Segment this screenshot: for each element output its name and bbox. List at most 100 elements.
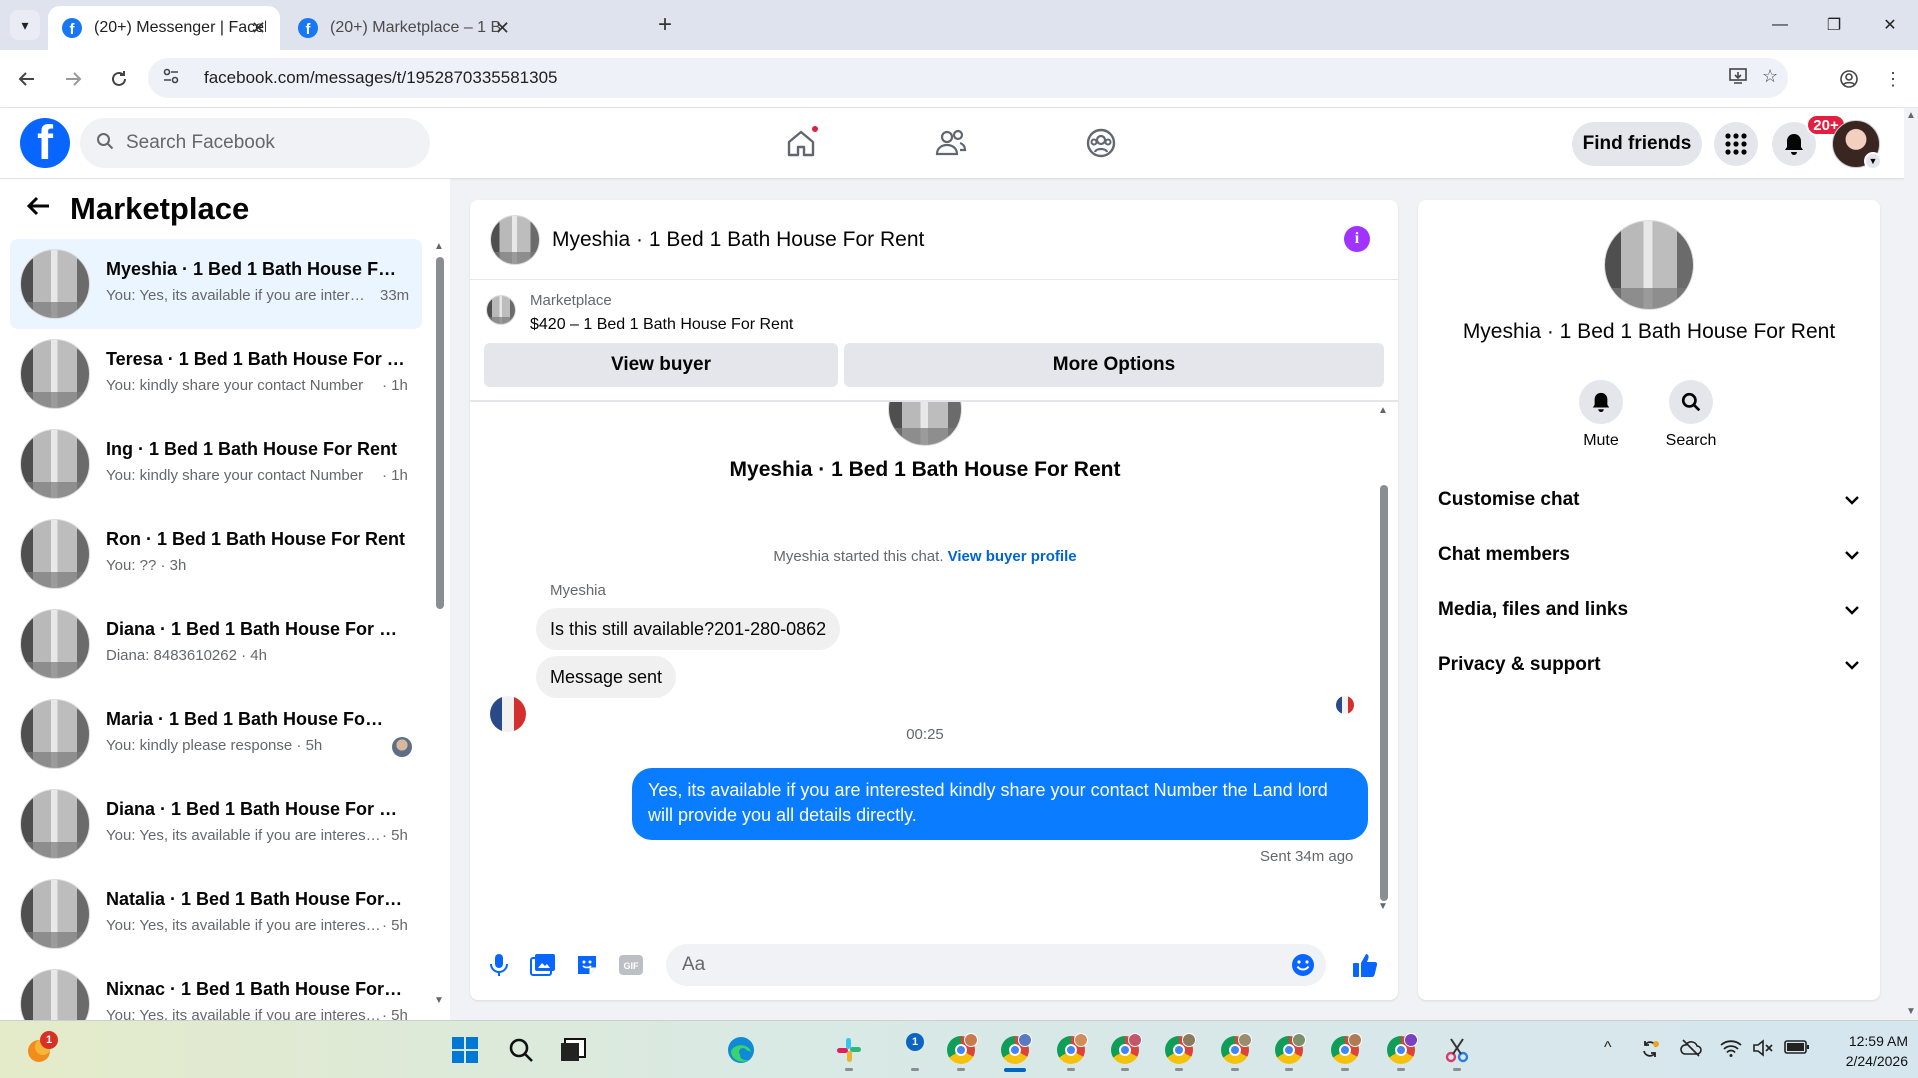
- marketplace-label: Marketplace: [530, 292, 612, 309]
- sticker-icon[interactable]: [572, 950, 602, 980]
- chrome-window[interactable]: [1106, 1031, 1144, 1071]
- chat-avatar[interactable]: [490, 215, 540, 265]
- taskbar-search-button[interactable]: [502, 1031, 540, 1069]
- friends-icon: [935, 129, 967, 156]
- cloud-offline-icon[interactable]: [1680, 1039, 1702, 1062]
- chrome-window[interactable]: [1052, 1031, 1090, 1071]
- sync-icon[interactable]: [1640, 1039, 1660, 1064]
- minimize-window-button[interactable]: —: [1760, 10, 1800, 40]
- microphone-icon[interactable]: [484, 950, 514, 980]
- chat-members-section[interactable]: Chat members: [1438, 535, 1860, 575]
- like-thumb-icon[interactable]: [1350, 950, 1380, 980]
- back-button[interactable]: [12, 64, 42, 94]
- conversation-preview: You: Yes, its available if you are inter…: [106, 1007, 382, 1020]
- conversation-item[interactable]: Natalia · 1 Bed 1 Bath House For Rent Yo…: [10, 869, 422, 959]
- friends-nav-button[interactable]: [928, 120, 974, 166]
- task-view-button[interactable]: [554, 1031, 592, 1069]
- site-info-icon[interactable]: [162, 67, 188, 90]
- chat-started-notice: Myeshia started this chat. View buyer pr…: [470, 548, 1380, 565]
- incoming-message[interactable]: Is this still available?201-280-0862: [536, 608, 841, 650]
- incoming-message[interactable]: Message sent: [536, 656, 677, 698]
- tab-search-button[interactable]: ▾: [10, 10, 40, 40]
- notification-app[interactable]: 1: [896, 1031, 934, 1071]
- snipping-tool-app[interactable]: [1438, 1031, 1476, 1071]
- privacy-support-section[interactable]: Privacy & support: [1438, 645, 1860, 685]
- scroll-down-arrow-icon[interactable]: ▼: [1906, 1006, 1916, 1017]
- chrome-window[interactable]: [1270, 1031, 1308, 1071]
- chat-panel: Myeshia · 1 Bed 1 Bath House For Rent i …: [470, 200, 1398, 1000]
- scroll-down-arrow-icon[interactable]: ▼: [1378, 901, 1388, 912]
- forward-button[interactable]: [58, 64, 88, 94]
- facebook-logo-icon[interactable]: f: [20, 118, 70, 168]
- scroll-up-arrow-icon[interactable]: ▲: [1378, 405, 1388, 416]
- conversation-item[interactable]: Nixnac · 1 Bed 1 Bath House For Rent You…: [10, 959, 422, 1020]
- view-buyer-profile-link[interactable]: View buyer profile: [948, 548, 1077, 565]
- back-arrow-icon[interactable]: [26, 193, 52, 226]
- chrome-window[interactable]: [942, 1031, 980, 1071]
- chrome-window-active[interactable]: [996, 1031, 1034, 1072]
- bookmark-star-icon[interactable]: ☆: [1762, 66, 1778, 87]
- browser-tab-marketplace[interactable]: f (20+) Marketplace – 1 Bed 1 Ba ✕: [284, 6, 524, 50]
- mute-button[interactable]: Mute: [1556, 380, 1646, 450]
- page-scrollbar[interactable]: ▲ ▼: [1904, 108, 1918, 1020]
- restore-window-button[interactable]: ❐: [1814, 10, 1854, 40]
- groups-nav-button[interactable]: [1078, 120, 1124, 166]
- start-button[interactable]: [446, 1031, 484, 1069]
- scrollbar-thumb[interactable]: [1380, 485, 1388, 901]
- customise-chat-section[interactable]: Customise chat: [1438, 480, 1860, 520]
- chrome-window[interactable]: [1382, 1031, 1420, 1071]
- close-tab-icon[interactable]: ✕: [251, 18, 266, 39]
- show-hidden-icons-chevron-icon[interactable]: ^: [1604, 1039, 1612, 1057]
- gif-icon[interactable]: GIF: [616, 950, 646, 980]
- volume-muted-icon[interactable]: [1752, 1039, 1774, 1062]
- chrome-window[interactable]: [1216, 1031, 1254, 1071]
- conversation-item[interactable]: Ron · 1 Bed 1 Bath House For Rent You: ?…: [10, 509, 422, 599]
- scroll-down-arrow-icon[interactable]: ▼: [434, 995, 444, 1006]
- conversation-item[interactable]: Ing · 1 Bed 1 Bath House For Rent You: k…: [10, 419, 422, 509]
- photo-icon[interactable]: [528, 950, 558, 980]
- scroll-up-arrow-icon[interactable]: ▲: [1906, 110, 1916, 121]
- close-tab-icon[interactable]: ✕: [495, 18, 510, 39]
- new-tab-button[interactable]: +: [650, 10, 680, 40]
- menu-button[interactable]: [1714, 122, 1758, 166]
- conversation-item[interactable]: Myeshia · 1 Bed 1 Bath House For Rent Yo…: [10, 239, 422, 329]
- chat-title[interactable]: Myeshia · 1 Bed 1 Bath House For Rent: [552, 228, 924, 252]
- marketplace-listing-row[interactable]: Marketplace $420 – 1 Bed 1 Bath House Fo…: [470, 281, 1398, 341]
- scroll-up-arrow-icon[interactable]: ▲: [434, 241, 444, 252]
- wifi-icon[interactable]: [1720, 1039, 1742, 1062]
- browser-tab-messenger[interactable]: f (20+) Messenger | Facebook ✕: [48, 6, 280, 50]
- outgoing-message[interactable]: Yes, its available if you are interested…: [632, 768, 1368, 840]
- install-app-icon[interactable]: [1728, 66, 1748, 91]
- media-files-links-section[interactable]: Media, files and links: [1438, 590, 1860, 630]
- edge-app[interactable]: [722, 1031, 760, 1069]
- home-nav-button[interactable]: [778, 120, 824, 166]
- close-window-button[interactable]: ✕: [1870, 10, 1910, 40]
- chat-scrollbar[interactable]: ▲ ▼: [1378, 405, 1390, 915]
- taskbar-clock[interactable]: 12:59 AM 2/24/2026: [1822, 1031, 1908, 1071]
- message-input[interactable]: [666, 944, 1326, 986]
- battery-icon[interactable]: [1784, 1039, 1810, 1060]
- search-conversation-button[interactable]: Search: [1646, 380, 1736, 450]
- conversation-item[interactable]: Diana · 1 Bed 1 Bath House For Rent You:…: [10, 779, 422, 869]
- view-buyer-button[interactable]: View buyer: [484, 343, 838, 387]
- conversation-item[interactable]: Maria · 1 Bed 1 Bath House For Rent You:…: [10, 689, 422, 779]
- chrome-window[interactable]: [1160, 1031, 1198, 1071]
- more-options-button[interactable]: More Options: [844, 343, 1384, 387]
- conversation-item[interactable]: Teresa · 1 Bed 1 Bath House For Rent You…: [10, 329, 422, 419]
- slack-app[interactable]: [830, 1031, 868, 1071]
- conversation-item[interactable]: Diana · 1 Bed 1 Bath House For Rent Dian…: [10, 599, 422, 689]
- emoji-icon[interactable]: [1288, 950, 1318, 980]
- reload-button[interactable]: [104, 64, 134, 94]
- facebook-search[interactable]: [80, 118, 430, 168]
- chevron-down-icon[interactable]: ▼: [1864, 152, 1882, 170]
- browser-menu-icon[interactable]: ⋮: [1878, 64, 1908, 94]
- sidebar-scrollbar[interactable]: ▲ ▼: [434, 239, 446, 1009]
- weather-widget[interactable]: 1: [20, 1031, 58, 1069]
- scrollbar-thumb[interactable]: [436, 257, 444, 609]
- info-icon[interactable]: i: [1344, 226, 1370, 252]
- find-friends-button[interactable]: Find friends: [1572, 122, 1702, 166]
- profile-icon[interactable]: [1834, 64, 1864, 94]
- search-input[interactable]: [126, 132, 386, 154]
- address-bar[interactable]: facebook.com/messages/t/1952870335581305…: [148, 58, 1788, 98]
- chrome-window[interactable]: [1326, 1031, 1364, 1071]
